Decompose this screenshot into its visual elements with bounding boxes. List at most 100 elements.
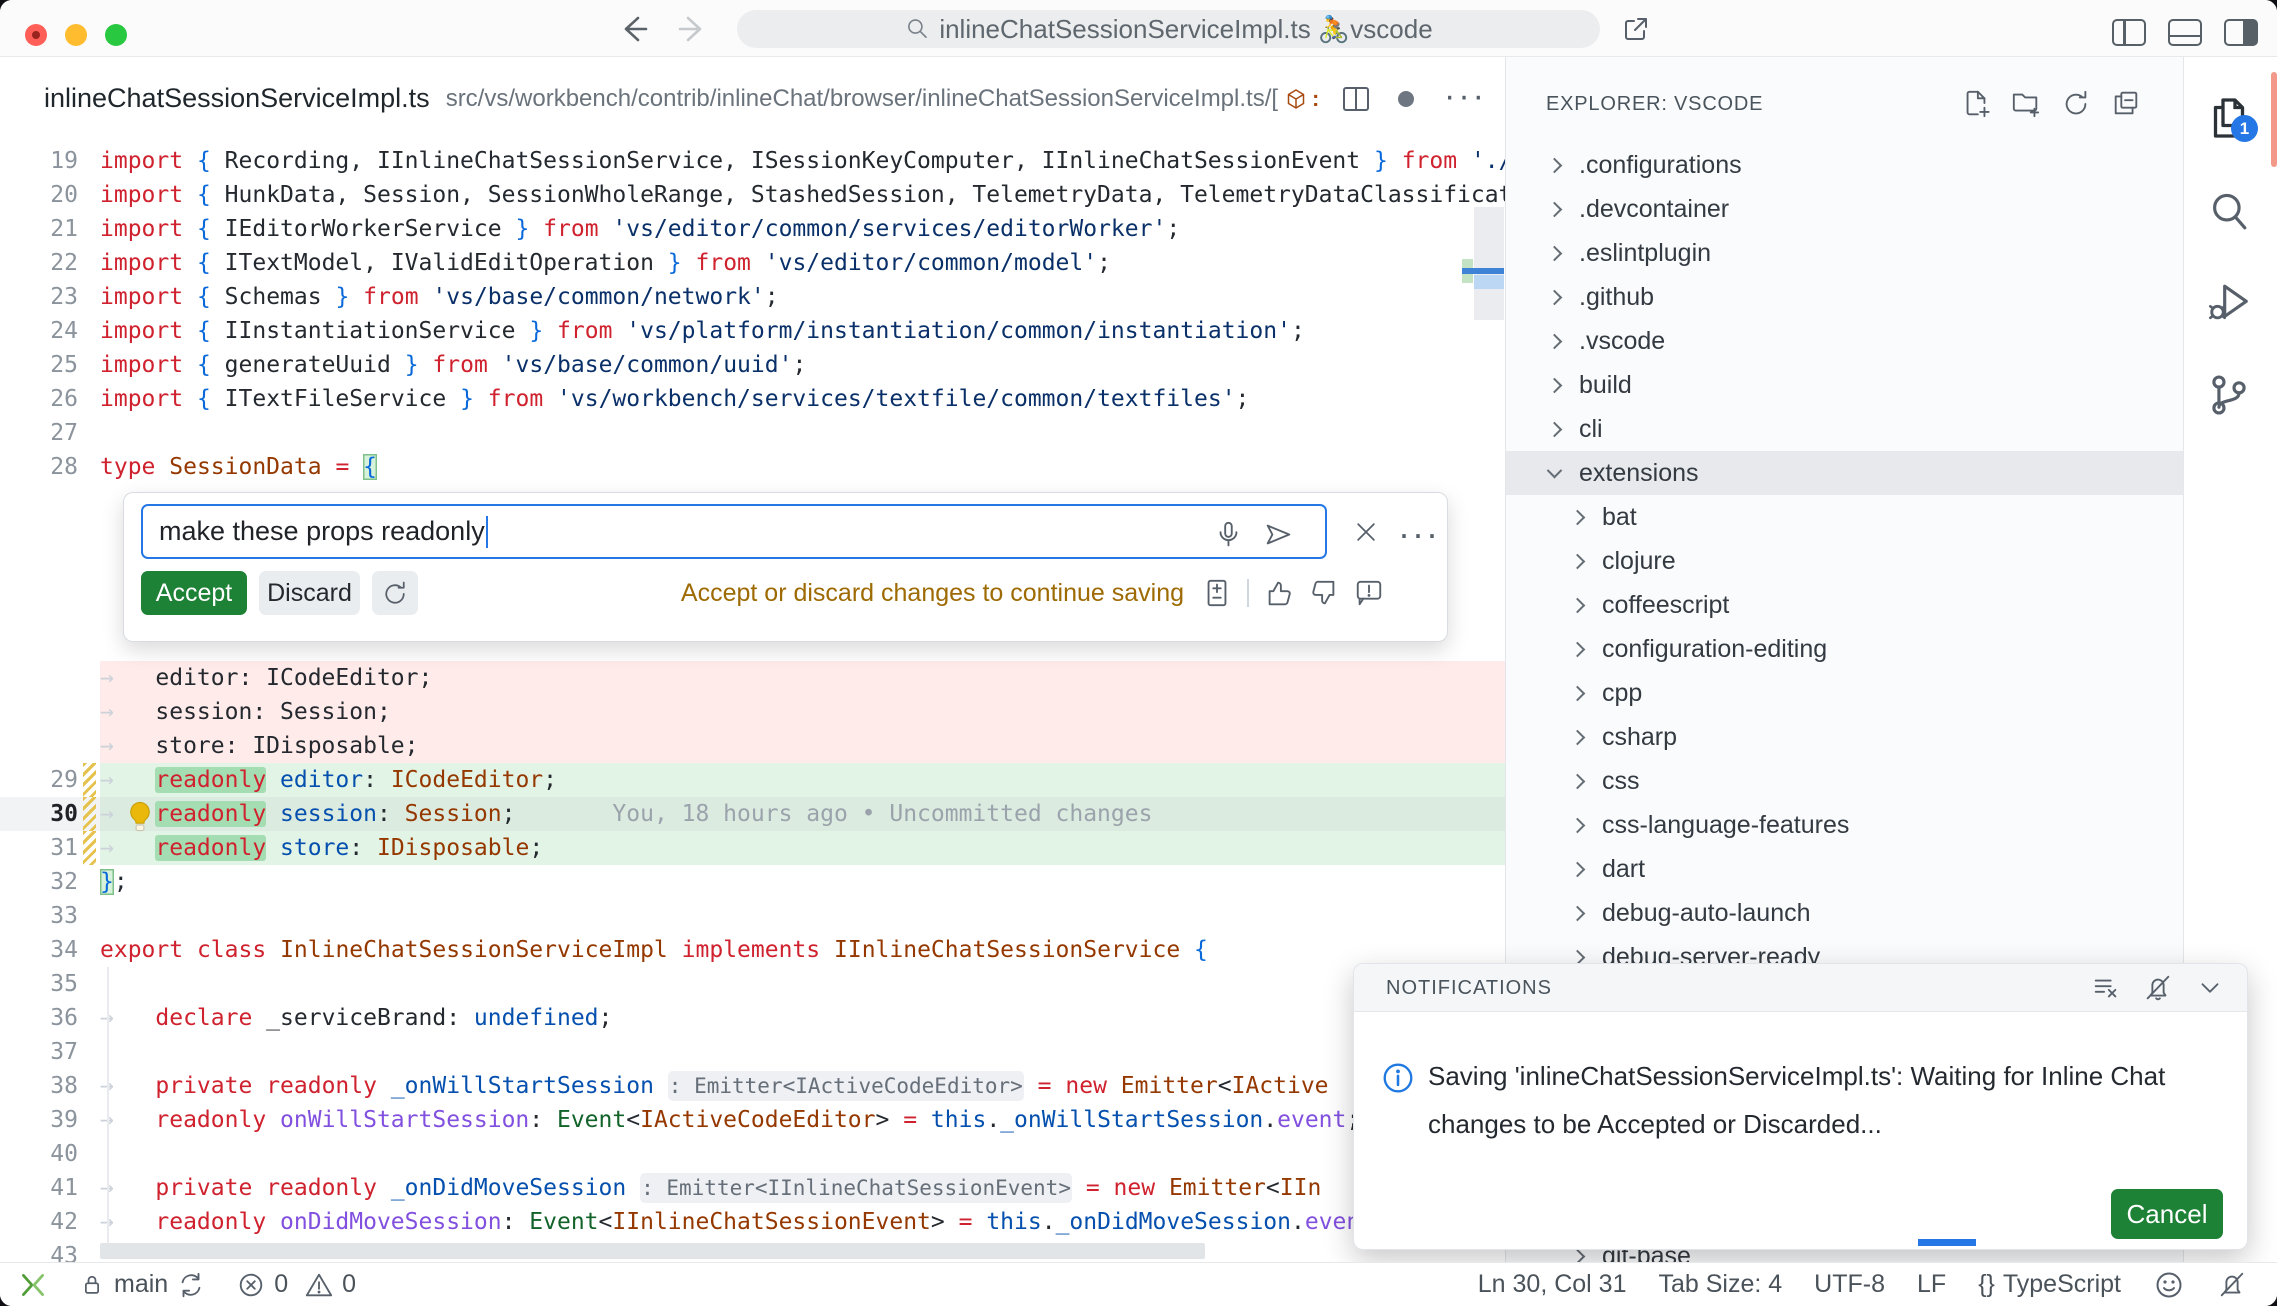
line-number: 38 — [0, 1069, 100, 1103]
tree-item-css-language-features[interactable]: css-language-features — [1506, 803, 2183, 847]
problems-status[interactable]: 0 0 — [236, 1270, 356, 1300]
split-editor-icon[interactable] — [1340, 84, 1372, 114]
notifications-bell-slash-icon[interactable] — [2217, 1270, 2247, 1300]
code-line: → session: Session; — [0, 695, 1505, 729]
tree-item-label: cpp — [1602, 679, 1642, 708]
refresh-explorer-icon[interactable] — [2061, 88, 2091, 118]
chevron-right-icon — [1570, 905, 1586, 921]
clear-all-notifications-icon[interactable] — [2091, 973, 2121, 1003]
close-inline-chat-icon[interactable] — [1352, 518, 1380, 546]
activity-explorer-icon[interactable]: 1 — [2203, 93, 2255, 143]
close-window-button[interactable] — [25, 24, 47, 46]
code-line: 42→ readonly onDidMoveSession: Event<IIn… — [0, 1205, 1505, 1239]
line-number: 35 — [0, 967, 100, 1001]
vscode-window: inlineChatSessionServiceImpl.ts 🚴vscode … — [0, 0, 2277, 1306]
accept-button[interactable]: Accept — [141, 571, 247, 615]
cancel-button[interactable]: Cancel — [2111, 1189, 2223, 1239]
tree-item-configuration-editing[interactable]: configuration-editing — [1506, 627, 2183, 671]
tree-item-debug-auto-launch[interactable]: debug-auto-launch — [1506, 891, 2183, 935]
activity-source-control-icon[interactable] — [2203, 370, 2255, 420]
new-file-icon[interactable] — [1961, 88, 1991, 118]
maximize-window-button[interactable] — [105, 24, 127, 46]
vertical-scrollbar[interactable] — [1474, 207, 1504, 320]
chevron-right-icon — [1570, 553, 1586, 569]
minimize-window-button[interactable] — [65, 24, 87, 46]
notification-progress-bar — [1918, 1239, 1976, 1246]
rerun-request-icon-button[interactable] — [372, 571, 418, 615]
tree-item-label: clojure — [1602, 547, 1676, 576]
eol-sequence[interactable]: LF — [1917, 1270, 1946, 1299]
cursor-position[interactable]: Ln 30, Col 31 — [1478, 1270, 1627, 1299]
open-external-icon[interactable] — [1620, 13, 1652, 45]
discard-button[interactable]: Discard — [259, 571, 360, 615]
report-issue-icon[interactable] — [1354, 578, 1384, 608]
tree-item-label: dart — [1602, 855, 1645, 884]
tree-item-css[interactable]: css — [1506, 759, 2183, 803]
toggle-panel-icon[interactable] — [2168, 19, 2202, 46]
code-line: 20import { HunkData, Session, SessionWho… — [0, 178, 1505, 212]
thumbs-down-icon[interactable] — [1309, 578, 1339, 608]
unsaved-dot-indicator[interactable] — [1398, 91, 1414, 107]
breadcrumb-filename[interactable]: inlineChatSessionServiceImpl.ts — [44, 83, 430, 114]
chevron-right-icon — [1547, 333, 1563, 349]
address-bar[interactable]: inlineChatSessionServiceImpl.ts 🚴vscode — [737, 10, 1600, 48]
active-view-indicator — [2271, 72, 2277, 167]
tree-item-build[interactable]: build — [1506, 363, 2183, 407]
collapse-notifications-icon[interactable] — [2195, 973, 2225, 1003]
tree-item-vscode[interactable]: .vscode — [1506, 319, 2183, 363]
line-number: 39 — [0, 1103, 100, 1137]
horizontal-scrollbar[interactable] — [100, 1243, 1205, 1259]
feedback-smiley-icon[interactable] — [2153, 1269, 2185, 1301]
tree-item-bat[interactable]: bat — [1506, 495, 2183, 539]
new-folder-icon[interactable] — [2011, 88, 2041, 118]
code-editor[interactable]: 19import { Recording, IInlineChatSession… — [0, 140, 1505, 1262]
line-number: 26 — [0, 382, 100, 416]
line-number: 36 — [0, 1001, 100, 1035]
tree-item-github[interactable]: .github — [1506, 275, 2183, 319]
encoding[interactable]: UTF-8 — [1814, 1270, 1885, 1299]
microphone-icon[interactable] — [1213, 520, 1243, 550]
editor-more-actions-icon[interactable]: ··· — [1444, 86, 1487, 106]
explorer-badge: 1 — [2231, 115, 2258, 142]
tree-item-cli[interactable]: cli — [1506, 407, 2183, 451]
forward-arrow-icon[interactable] — [676, 13, 708, 45]
collapse-folders-icon[interactable] — [2111, 88, 2141, 118]
info-icon — [1381, 1061, 1415, 1095]
toggle-primary-sidebar-icon[interactable] — [2112, 19, 2146, 46]
tree-item-label: cli — [1579, 415, 1603, 444]
line-number: 27 — [0, 416, 100, 450]
tree-item-eslintplugin[interactable]: .eslintplugin — [1506, 231, 2183, 275]
toggle-secondary-sidebar-icon[interactable] — [2224, 19, 2258, 46]
tree-item-devcontainer[interactable]: .devcontainer — [1506, 187, 2183, 231]
tree-item-configurations[interactable]: .configurations — [1506, 143, 2183, 187]
do-not-disturb-icon[interactable] — [2143, 973, 2173, 1003]
breadcrumb-path[interactable]: src/vs/workbench/contrib/inlineChat/brow… — [446, 85, 1278, 113]
branch-status[interactable]: main — [78, 1270, 206, 1300]
chevron-right-icon — [1547, 157, 1563, 173]
code-line: 29→ readonly editor: ICodeEditor; — [0, 763, 1505, 797]
chevron-down-icon — [1547, 462, 1563, 478]
inline-chat-more-icon[interactable]: ··· — [1398, 513, 1440, 555]
tree-item-label: extensions — [1579, 459, 1699, 488]
tree-item-label: .configurations — [1579, 151, 1742, 180]
activity-run-debug-icon[interactable] — [2203, 277, 2255, 327]
thumbs-up-icon[interactable] — [1264, 578, 1294, 608]
title-bar: inlineChatSessionServiceImpl.ts 🚴vscode — [0, 0, 2277, 57]
activity-search-icon[interactable] — [2203, 187, 2255, 237]
code-line: 39→ readonly onWillStartSession: Event<I… — [0, 1103, 1505, 1137]
tree-item-coffeescript[interactable]: coffeescript — [1506, 583, 2183, 627]
tab-size[interactable]: Tab Size: 4 — [1658, 1270, 1782, 1299]
back-arrow-icon[interactable] — [618, 13, 650, 45]
inline-chat-input[interactable]: make these props readonly — [141, 504, 1327, 559]
lightbulb-icon[interactable] — [122, 799, 158, 835]
tree-item-csharp[interactable]: csharp — [1506, 715, 2183, 759]
send-icon[interactable] — [1263, 520, 1293, 550]
tree-item-cpp[interactable]: cpp — [1506, 671, 2183, 715]
search-icon — [904, 16, 930, 42]
remote-indicator-icon[interactable] — [16, 1268, 50, 1302]
tree-item-extensions[interactable]: extensions — [1506, 451, 2183, 495]
tree-item-dart[interactable]: dart — [1506, 847, 2183, 891]
language-mode[interactable]: {} TypeScript — [1978, 1270, 2121, 1299]
diff-document-icon[interactable] — [1202, 577, 1232, 609]
tree-item-clojure[interactable]: clojure — [1506, 539, 2183, 583]
